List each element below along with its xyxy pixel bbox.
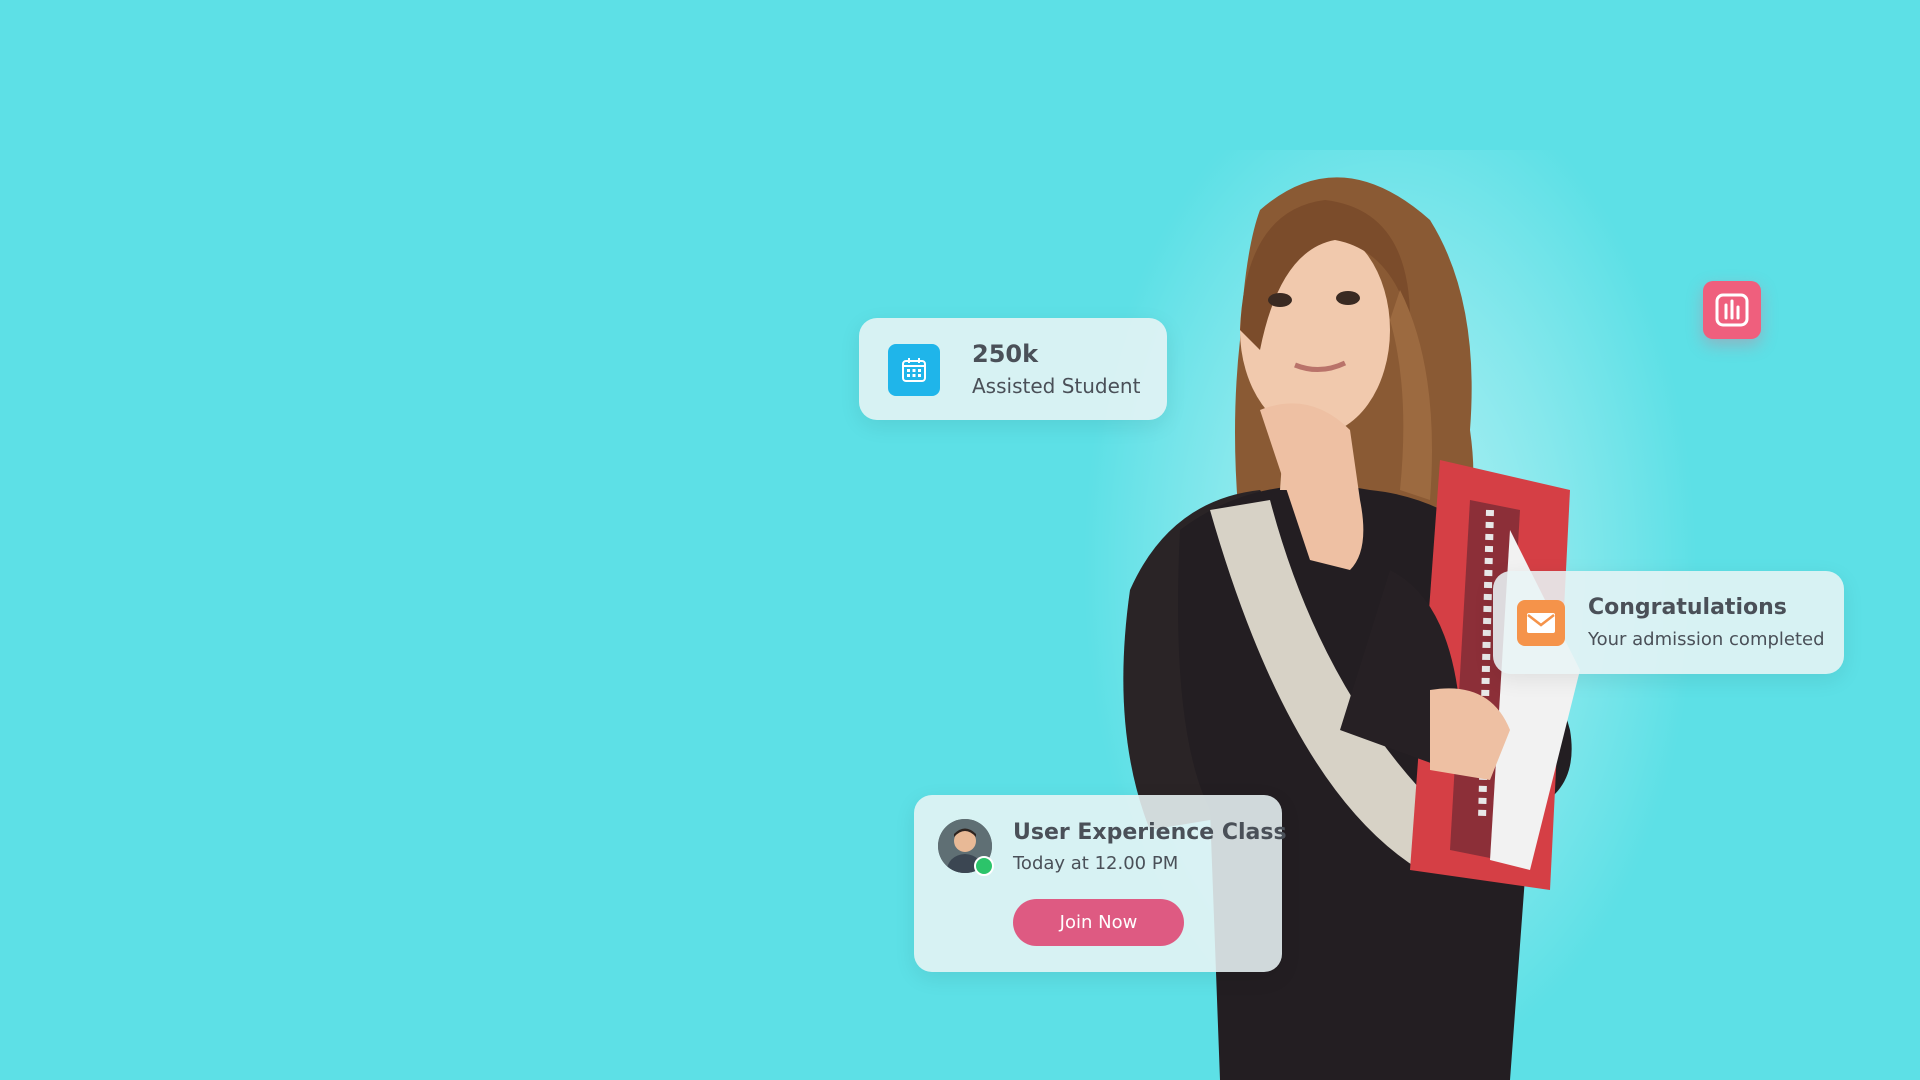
mail-icon	[1517, 600, 1565, 646]
online-status-indicator	[974, 856, 994, 876]
stat-label: Assisted Student	[972, 374, 1141, 398]
join-now-button[interactable]: Join Now	[1013, 899, 1184, 946]
assisted-students-card: 250k Assisted Student	[859, 318, 1167, 420]
bar-chart-icon	[1715, 293, 1749, 327]
class-title: User Experience Class	[1013, 820, 1287, 845]
admission-notification-card: Congratulations Your admission completed	[1493, 571, 1844, 674]
chart-badge-button[interactable]	[1703, 281, 1761, 339]
calendar-icon	[888, 344, 940, 396]
class-time: Today at 12.00 PM	[1013, 853, 1179, 874]
notification-subtitle: Your admission completed	[1588, 629, 1825, 650]
hero-section: 250k Assisted Student Congratulations Yo…	[0, 0, 1920, 1080]
notification-title: Congratulations	[1588, 595, 1787, 620]
stat-value: 250k	[972, 340, 1039, 368]
class-invite-card: User Experience Class Today at 12.00 PM …	[914, 795, 1287, 972]
